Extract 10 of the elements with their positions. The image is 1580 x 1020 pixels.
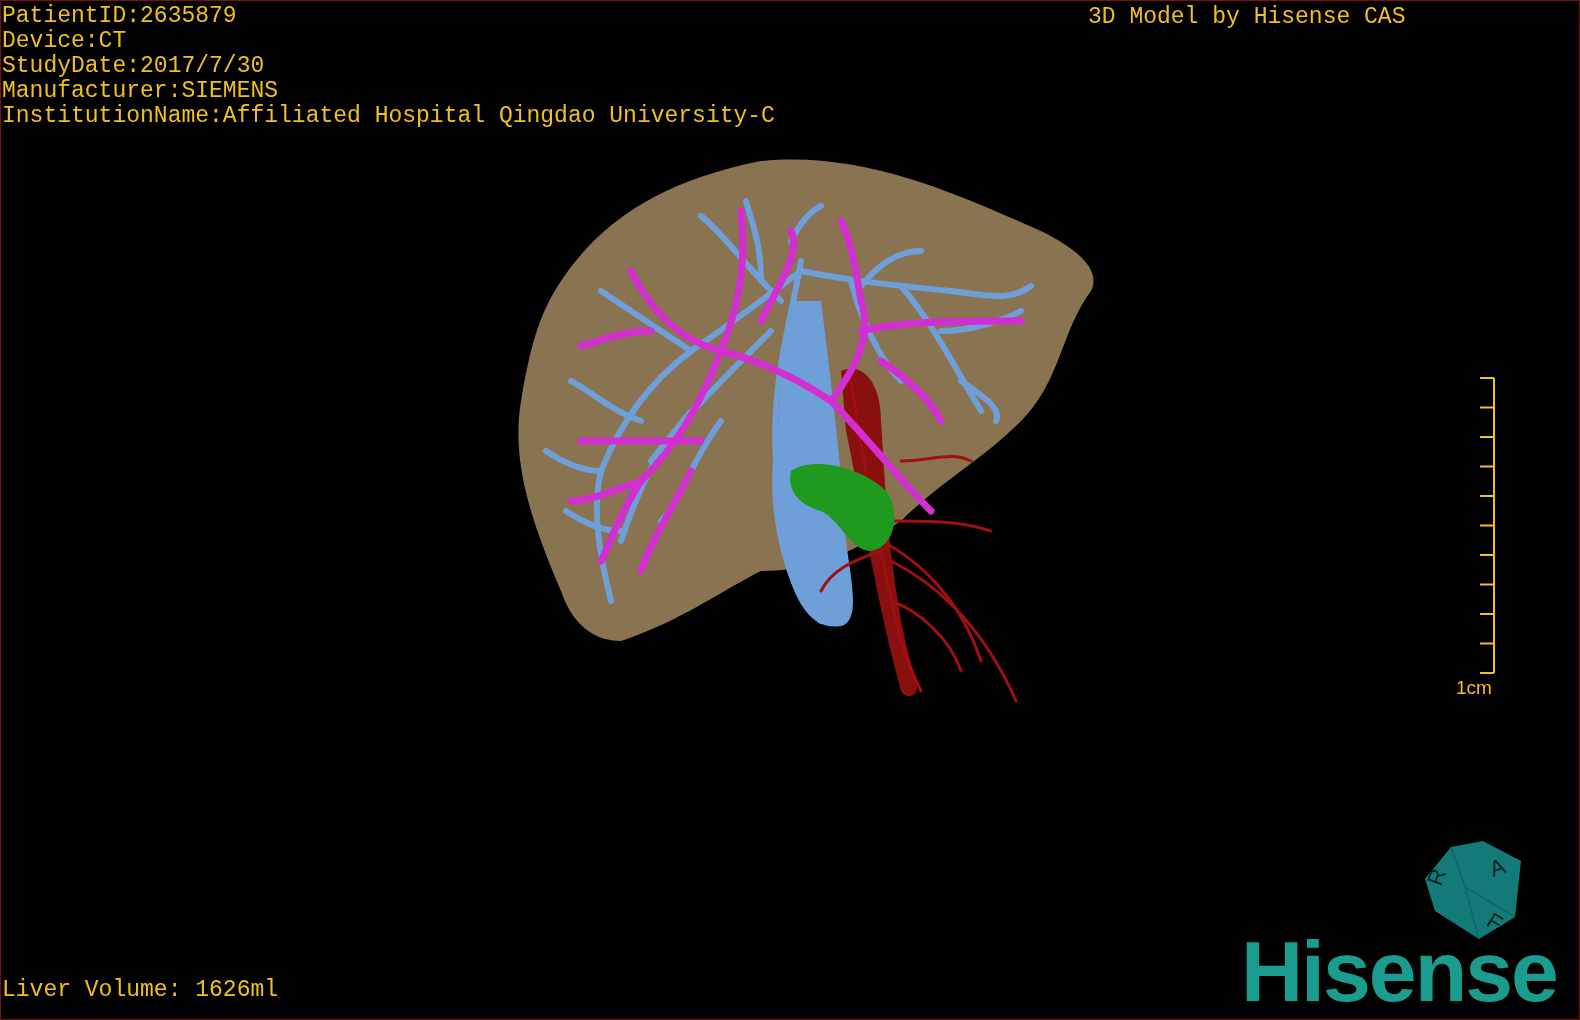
patient-info-text: PatientID:2635879 [2,4,237,29]
model-credit-text: 3D Model by Hisense CAS [1088,5,1406,30]
orientation-label: R [1423,865,1452,889]
patient-info-text: StudyDate:2017/7/30 [2,54,265,79]
orientation-label: A [1486,853,1509,882]
liver-volume-text: Liver Volume: 1626ml [2,978,279,1003]
patient-info-text: Device:CT [2,29,127,54]
scale-label: 1cm [1456,678,1492,698]
patient-info-text: Manufacturer:SIEMENS [2,79,279,104]
patient-info-text: InstitutionName:Affiliated Hospital Qingdao University-C [2,104,775,129]
